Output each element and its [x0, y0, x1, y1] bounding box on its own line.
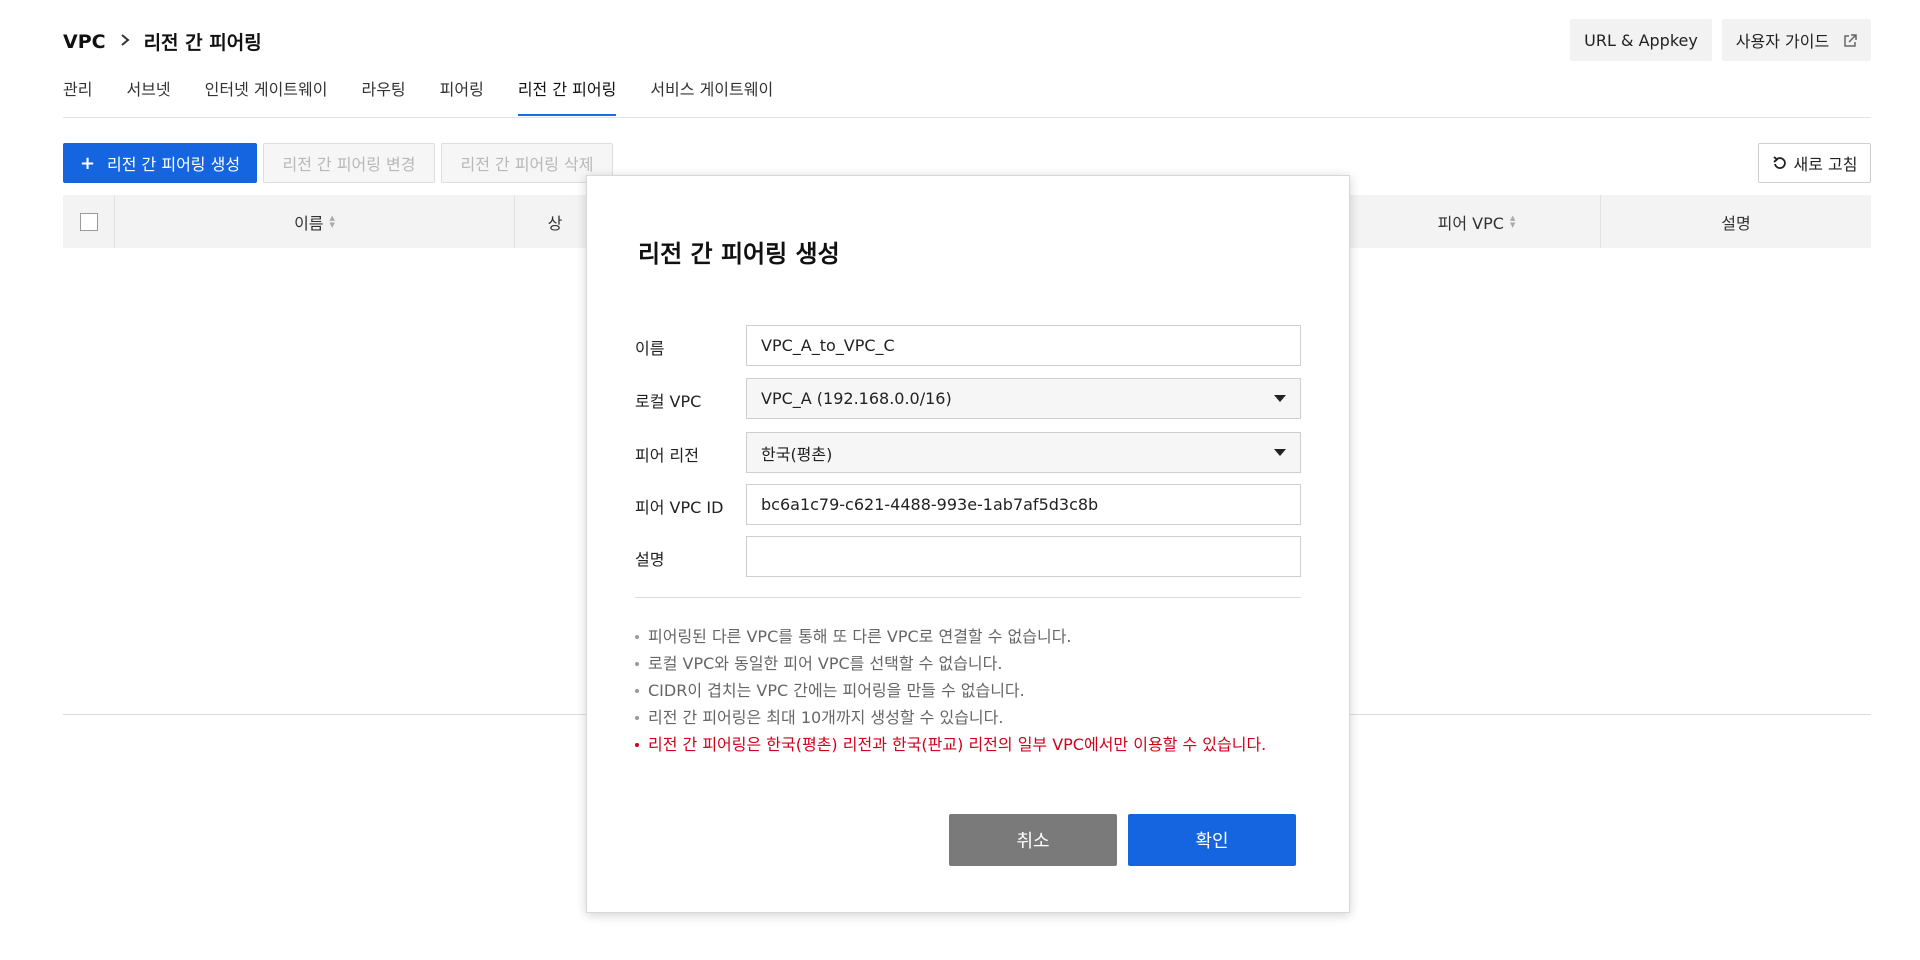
notice-text: 리전 간 피어링은 한국(평촌) 리전과 한국(판교) 리전의 일부 VPC에서…: [648, 735, 1267, 754]
caret-down-icon: [1274, 395, 1286, 402]
peer-vpc-id-field-label: 피어 VPC ID: [635, 498, 724, 517]
tab-service-gateway[interactable]: 서비스 게이트웨이: [650, 78, 773, 116]
create-peering-label: 리전 간 피어링 생성: [107, 155, 241, 174]
tab-internet-gateway[interactable]: 인터넷 게이트웨이: [205, 78, 328, 116]
column-header-status[interactable]: 상: [515, 195, 595, 248]
select-all-checkbox[interactable]: [79, 212, 98, 231]
local-vpc-selected-value: VPC_A (192.168.0.0/16): [761, 389, 952, 408]
notice-item: 리전 간 피어링은 최대 10개까지 생성할 수 있습니다.: [635, 704, 1266, 731]
edit-peering-button[interactable]: 리전 간 피어링 변경: [263, 143, 435, 183]
sort-icon: ▲ ▼: [1509, 213, 1516, 229]
column-header-description: 설명: [1601, 195, 1871, 248]
dialog-title: 리전 간 피어링 생성: [638, 240, 840, 268]
name-input[interactable]: [761, 326, 1300, 365]
bullet-icon: [635, 742, 639, 747]
edit-peering-label: 리전 간 피어링 변경: [282, 155, 416, 174]
notice-list: 피어링된 다른 VPC를 통해 또 다른 VPC로 연결할 수 없습니다. 로컬…: [635, 623, 1266, 758]
delete-peering-label: 리전 간 피어링 삭제: [460, 155, 594, 174]
column-description-label: 설명: [1721, 213, 1751, 233]
breadcrumb-current: 리전 간 피어링: [143, 32, 262, 54]
notice-item: 로컬 VPC와 동일한 피어 VPC를 선택할 수 없습니다.: [635, 650, 1266, 677]
cancel-label: 취소: [1016, 831, 1050, 852]
chevron-right-icon: [120, 32, 130, 51]
notice-text: 로컬 VPC와 동일한 피어 VPC를 선택할 수 없습니다.: [648, 654, 1003, 673]
sort-icon: ▲ ▼: [329, 213, 335, 229]
peer-region-field-label: 피어 리전: [635, 446, 699, 465]
bullet-icon: [635, 715, 639, 720]
confirm-button[interactable]: 확인: [1128, 814, 1296, 866]
breadcrumb-root[interactable]: VPC: [63, 31, 106, 53]
tabs-divider: [63, 117, 1871, 118]
create-peering-dialog: 리전 간 피어링 생성 이름 로컬 VPC VPC_A (192.168.0.0…: [586, 175, 1350, 913]
peer-region-selected-value: 한국(평촌): [761, 444, 833, 464]
bullet-icon: [635, 688, 639, 693]
column-header-peer-vpc[interactable]: 피어 VPC ▲ ▼: [1353, 195, 1601, 248]
column-name-label: 이름: [294, 213, 324, 233]
tab-subnet[interactable]: 서브넷: [126, 78, 170, 116]
name-field-label: 이름: [635, 339, 665, 358]
notice-item: CIDR이 겹치는 VPC 간에는 피어링을 만들 수 없습니다.: [635, 677, 1266, 704]
notice-item: 피어링된 다른 VPC를 통해 또 다른 VPC로 연결할 수 없습니다.: [635, 623, 1266, 650]
user-guide-button[interactable]: 사용자 가이드: [1722, 19, 1871, 61]
column-status-label: 상: [547, 213, 563, 233]
tab-inter-region-peering[interactable]: 리전 간 피어링: [517, 78, 617, 116]
column-peer-vpc-label: 피어 VPC: [1437, 213, 1504, 233]
notice-text: CIDR이 겹치는 VPC 간에는 피어링을 만들 수 없습니다.: [648, 681, 1025, 700]
select-all-cell: [63, 195, 115, 248]
description-input-box: [746, 536, 1301, 577]
url-appkey-button[interactable]: URL & Appkey: [1570, 19, 1712, 61]
create-peering-button[interactable]: + 리전 간 피어링 생성: [63, 143, 257, 183]
description-input[interactable]: [761, 537, 1300, 576]
cancel-button[interactable]: 취소: [949, 814, 1117, 866]
breadcrumb: VPC 리전 간 피어링: [63, 28, 262, 55]
refresh-icon: [1772, 155, 1788, 171]
user-guide-label: 사용자 가이드: [1735, 32, 1830, 51]
local-vpc-select[interactable]: VPC_A (192.168.0.0/16): [746, 378, 1301, 419]
tab-peering[interactable]: 피어링: [440, 78, 484, 116]
refresh-label: 새로 고침: [1793, 155, 1858, 174]
bullet-icon: [635, 634, 639, 639]
tab-management[interactable]: 관리: [63, 78, 92, 116]
column-header-name[interactable]: 이름 ▲ ▼: [115, 195, 515, 248]
peer-vpc-id-input-box: [746, 484, 1301, 525]
external-link-icon: [1843, 33, 1857, 47]
tab-bar: 관리 서브넷 인터넷 게이트웨이 라우팅 피어링 리전 간 피어링 서비스 게이…: [63, 78, 807, 116]
plus-icon: +: [79, 152, 96, 174]
refresh-button[interactable]: 새로 고침: [1758, 143, 1871, 183]
peer-region-select[interactable]: 한국(평촌): [746, 432, 1301, 473]
tab-routing[interactable]: 라우팅: [361, 78, 405, 116]
confirm-label: 확인: [1195, 831, 1229, 852]
dialog-divider: [635, 597, 1301, 598]
notice-item-warning: 리전 간 피어링은 한국(평촌) 리전과 한국(판교) 리전의 일부 VPC에서…: [635, 731, 1266, 758]
notice-text: 피어링된 다른 VPC를 통해 또 다른 VPC로 연결할 수 없습니다.: [648, 627, 1072, 646]
caret-down-icon: [1274, 449, 1286, 456]
name-input-box: [746, 325, 1301, 366]
peer-vpc-id-input[interactable]: [761, 485, 1300, 524]
local-vpc-field-label: 로컬 VPC: [635, 392, 702, 411]
description-field-label: 설명: [635, 550, 665, 569]
url-appkey-label: URL & Appkey: [1584, 30, 1698, 50]
notice-text: 리전 간 피어링은 최대 10개까지 생성할 수 있습니다.: [648, 708, 1004, 727]
bullet-icon: [635, 661, 639, 666]
